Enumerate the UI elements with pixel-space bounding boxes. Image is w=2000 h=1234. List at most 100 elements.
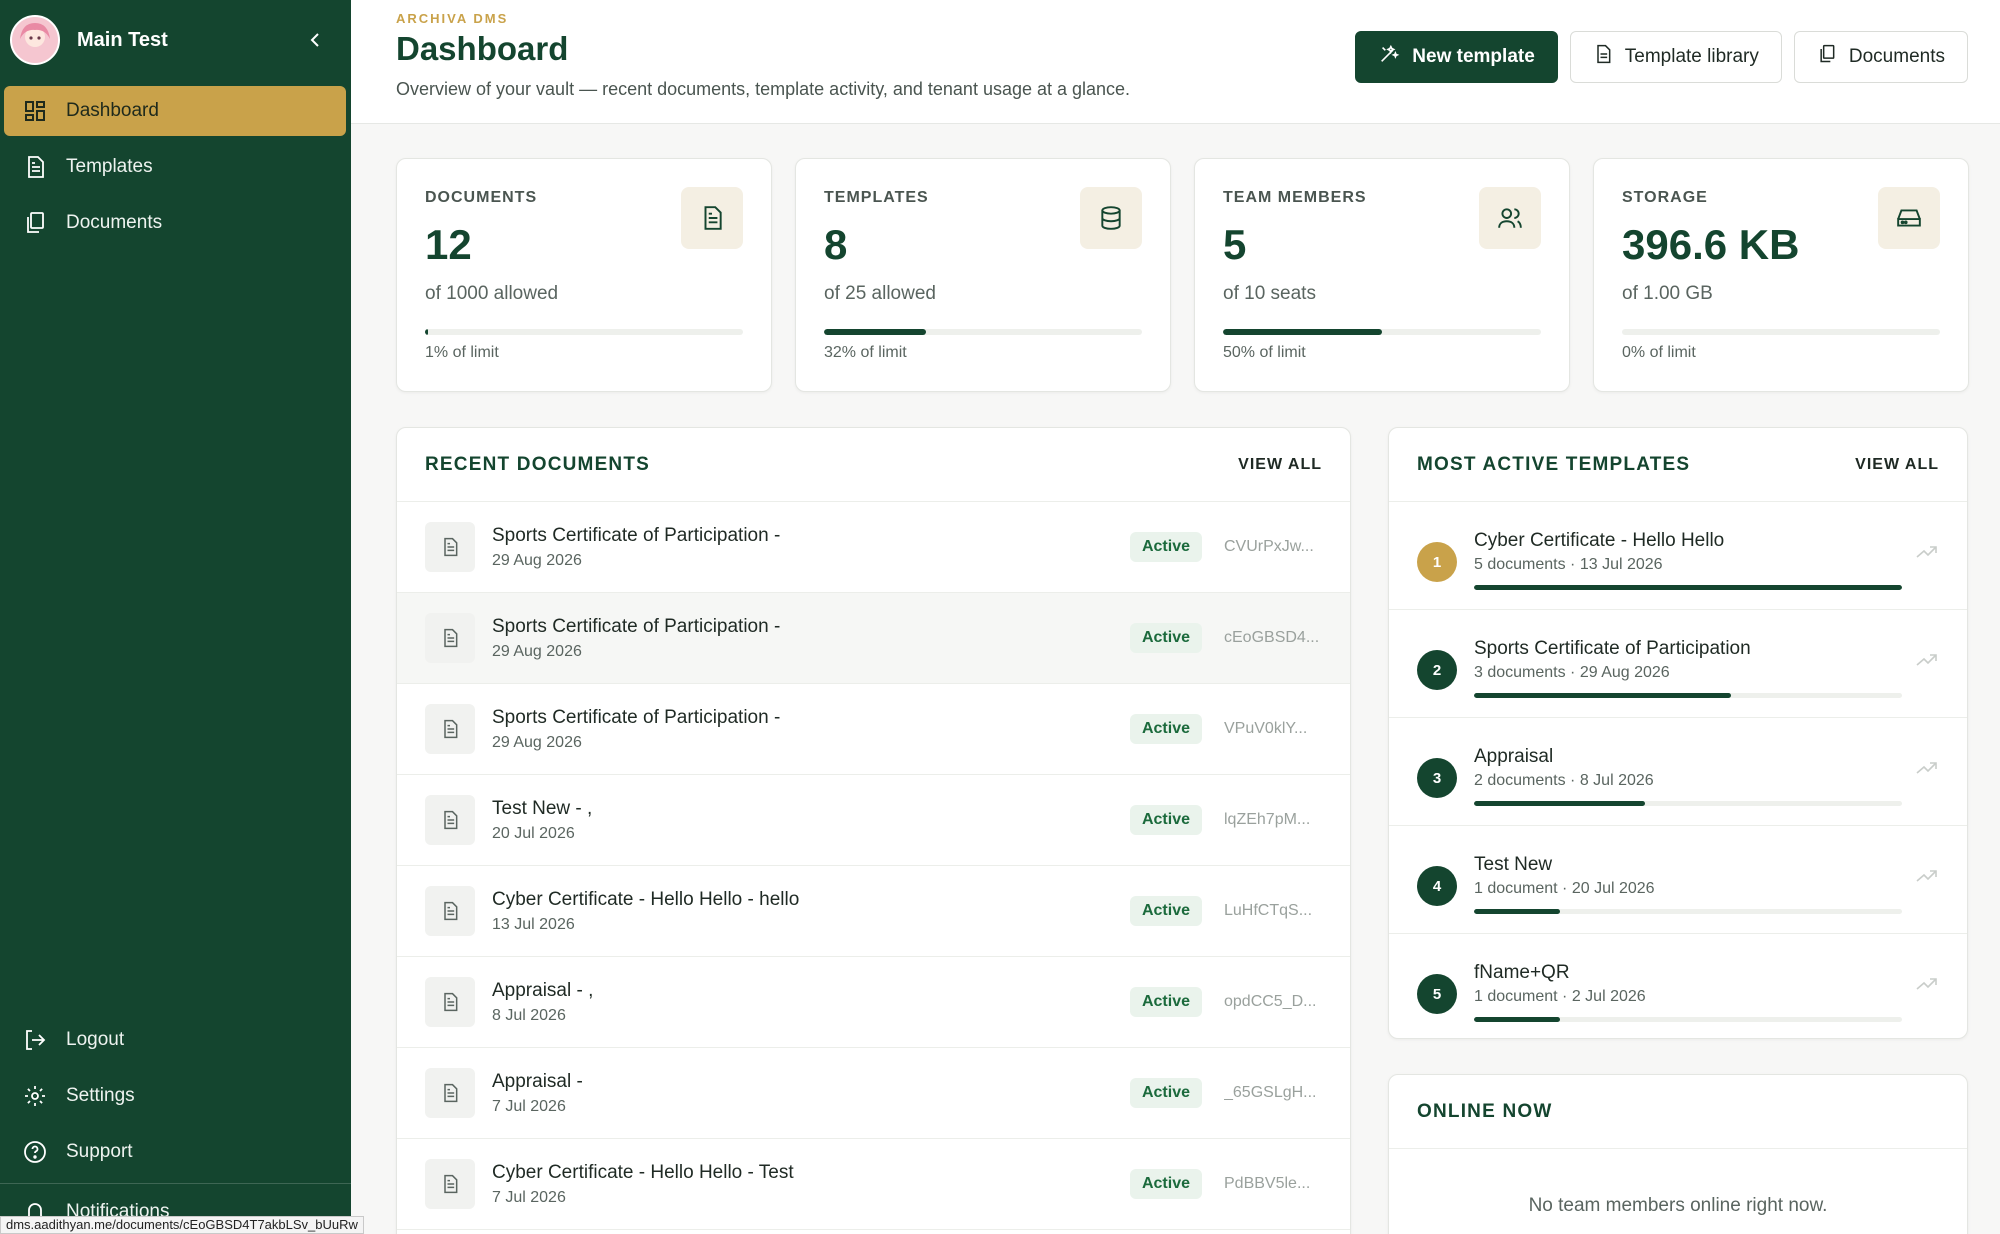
active-templates-panel: MOST ACTIVE TEMPLATES VIEW ALL 1 Cyber Ce…: [1388, 427, 1968, 1039]
document-id: VPuV0klY...: [1224, 720, 1308, 737]
stat-progress: [425, 329, 743, 335]
sidebar-item-label: Logout: [66, 1029, 125, 1050]
trending-up-icon: [1915, 760, 1939, 781]
stat-progress-fill: [824, 329, 926, 335]
template-info: Appraisal 2 documents · 8 Jul 2026: [1474, 746, 1939, 806]
template-usage-fill: [1474, 693, 1731, 698]
status-badge: Active: [1129, 623, 1202, 653]
template-icon: [22, 154, 48, 180]
rank-badge: 4: [1417, 866, 1457, 906]
list-item[interactable]: 4 Test New 1 document · 20 Jul 2026: [1389, 826, 1967, 934]
documents-icon: [22, 210, 48, 236]
document-id: PdBBV5le...: [1224, 1175, 1311, 1192]
database-icon: [1080, 187, 1142, 249]
document-name: Appraisal -: [492, 1070, 583, 1092]
list-item[interactable]: 1 Cyber Certificate - Hello Hello 5 docume…: [1389, 502, 1967, 610]
template-meta: 3 documents · 29 Aug 2026: [1474, 664, 1670, 681]
stat-card-templates: TEMPLATES 8 of 25 allowed 32% of limit: [795, 158, 1171, 392]
document-icon: [425, 613, 475, 663]
sidebar-item-label: Documents: [66, 212, 163, 233]
view-all-documents-link[interactable]: VIEW ALL: [1238, 456, 1322, 474]
template-usage-bar: [1474, 585, 1902, 590]
table-row[interactable]: Appraisal - 7 Jul 2026 Active _65GSLgH...: [397, 1048, 1350, 1139]
document-icon: [681, 187, 743, 249]
sidebar-item-settings[interactable]: Settings: [4, 1071, 346, 1121]
rank-badge: 2: [1417, 650, 1457, 690]
recent-documents-list: Sports Certificate of Participation - 29 …: [397, 502, 1350, 1230]
list-item[interactable]: 5 fName+QR 1 document · 2 Jul 2026: [1389, 934, 1967, 1038]
template-meta: 1 document · 20 Jul 2026: [1474, 880, 1655, 897]
sidebar-item-label: Support: [66, 1141, 133, 1162]
rank-badge: 5: [1417, 974, 1457, 1014]
document-id: _65GSLgH...: [1224, 1084, 1317, 1101]
sidebar-item-support[interactable]: Support: [4, 1127, 346, 1177]
document-icon: [425, 977, 475, 1027]
table-row[interactable]: Appraisal - , 8 Jul 2026 Active opdCC5_D...: [397, 957, 1350, 1048]
document-icon: [425, 522, 475, 572]
document-info: Cyber Certificate - Hello Hello - Test 7 …: [492, 1162, 1130, 1207]
document-name: Test New - ,: [492, 797, 593, 819]
sidebar-item-logout[interactable]: Logout: [4, 1015, 346, 1065]
avatar[interactable]: [10, 15, 60, 65]
collapse-sidebar-button[interactable]: [297, 22, 333, 58]
table-row[interactable]: Cyber Certificate - Hello Hello - Test 7 …: [397, 1139, 1350, 1230]
document-id: cEoGBSD4...: [1224, 629, 1320, 646]
stat-foot: 50% of limit: [1223, 344, 1306, 361]
document-icon: [425, 1068, 475, 1118]
document-info: Appraisal - , 8 Jul 2026: [492, 980, 1130, 1025]
template-icon: [1593, 44, 1613, 70]
document-id: CVUrPxJw...: [1224, 538, 1314, 555]
page-title: Dashboard: [396, 30, 569, 67]
table-row[interactable]: Sports Certificate of Participation - 29 …: [397, 684, 1350, 775]
sidebar-item-label: Templates: [66, 156, 153, 177]
stat-progress: [824, 329, 1142, 335]
trending-up-icon: [1915, 976, 1939, 997]
document-date: 29 Aug 2026: [492, 733, 582, 751]
template-usage-bar: [1474, 909, 1902, 914]
document-date: 7 Jul 2026: [492, 1188, 566, 1206]
stat-foot: 1% of limit: [425, 344, 499, 361]
user-row: Main Test: [0, 0, 351, 80]
sidebar-divider: [0, 1183, 351, 1184]
status-badge: Active: [1129, 714, 1202, 744]
status-bar-url: dms.aadithyan.me/documents/cEoGBSD4T7akb…: [0, 1216, 364, 1234]
stat-card-documents: DOCUMENTS 12 of 1000 allowed 1% of limit: [396, 158, 772, 392]
panel-title: MOST ACTIVE TEMPLATES: [1417, 453, 1691, 475]
stats-row: DOCUMENTS 12 of 1000 allowed 1% of limit…: [396, 158, 1969, 392]
dashboard-icon: [22, 98, 48, 124]
recent-documents-panel: RECENT DOCUMENTS VIEW ALL Sports Certifi…: [396, 427, 1351, 1234]
document-icon: [425, 1159, 475, 1209]
template-name: fName+QR: [1474, 962, 1570, 983]
main-content: ARCHIVA DMS Dashboard Overview of your v…: [351, 0, 2000, 1234]
document-name: Sports Certificate of Participation -: [492, 524, 781, 546]
template-library-label: Template library: [1624, 46, 1759, 67]
table-row[interactable]: Sports Certificate of Participation - 29 …: [397, 502, 1350, 593]
list-item[interactable]: 3 Appraisal 2 documents · 8 Jul 2026: [1389, 718, 1967, 826]
document-info: Appraisal - 7 Jul 2026: [492, 1071, 1130, 1116]
stat-progress-fill: [1223, 329, 1382, 335]
template-info: fName+QR 1 document · 2 Jul 2026: [1474, 962, 1939, 1022]
table-row[interactable]: Sports Certificate of Participation - 29 …: [397, 593, 1350, 684]
template-info: Test New 1 document · 20 Jul 2026: [1474, 854, 1939, 914]
new-template-button[interactable]: New template: [1355, 31, 1558, 83]
sidebar-item-templates[interactable]: Templates: [4, 142, 346, 192]
status-badge: Active: [1129, 987, 1202, 1017]
sidebar-item-dashboard[interactable]: Dashboard: [4, 86, 346, 136]
stat-sub: of 10 seats: [1223, 283, 1316, 304]
template-library-button[interactable]: Template library: [1569, 31, 1782, 83]
document-name: Cyber Certificate - Hello Hello - hello: [492, 888, 800, 910]
help-icon: [22, 1139, 48, 1165]
list-item[interactable]: 2 Sports Certificate of Participation 3 do…: [1389, 610, 1967, 718]
page-subtitle: Overview of your vault — recent document…: [396, 79, 1131, 99]
sidebar-item-documents[interactable]: Documents: [4, 198, 346, 248]
table-row[interactable]: Test New - , 20 Jul 2026 Active lqZEh7pM...: [397, 775, 1350, 866]
template-name: Sports Certificate of Participation: [1474, 638, 1751, 659]
documents-button[interactable]: Documents: [1793, 31, 1968, 83]
panel-title: RECENT DOCUMENTS: [425, 453, 651, 475]
view-all-templates-link[interactable]: VIEW ALL: [1855, 456, 1939, 474]
new-template-label: New template: [1412, 46, 1535, 67]
template-usage-fill: [1474, 1017, 1560, 1022]
stat-foot: 0% of limit: [1622, 344, 1696, 361]
table-row[interactable]: Cyber Certificate - Hello Hello - hello 1…: [397, 866, 1350, 957]
stat-sub: of 25 allowed: [824, 283, 936, 304]
